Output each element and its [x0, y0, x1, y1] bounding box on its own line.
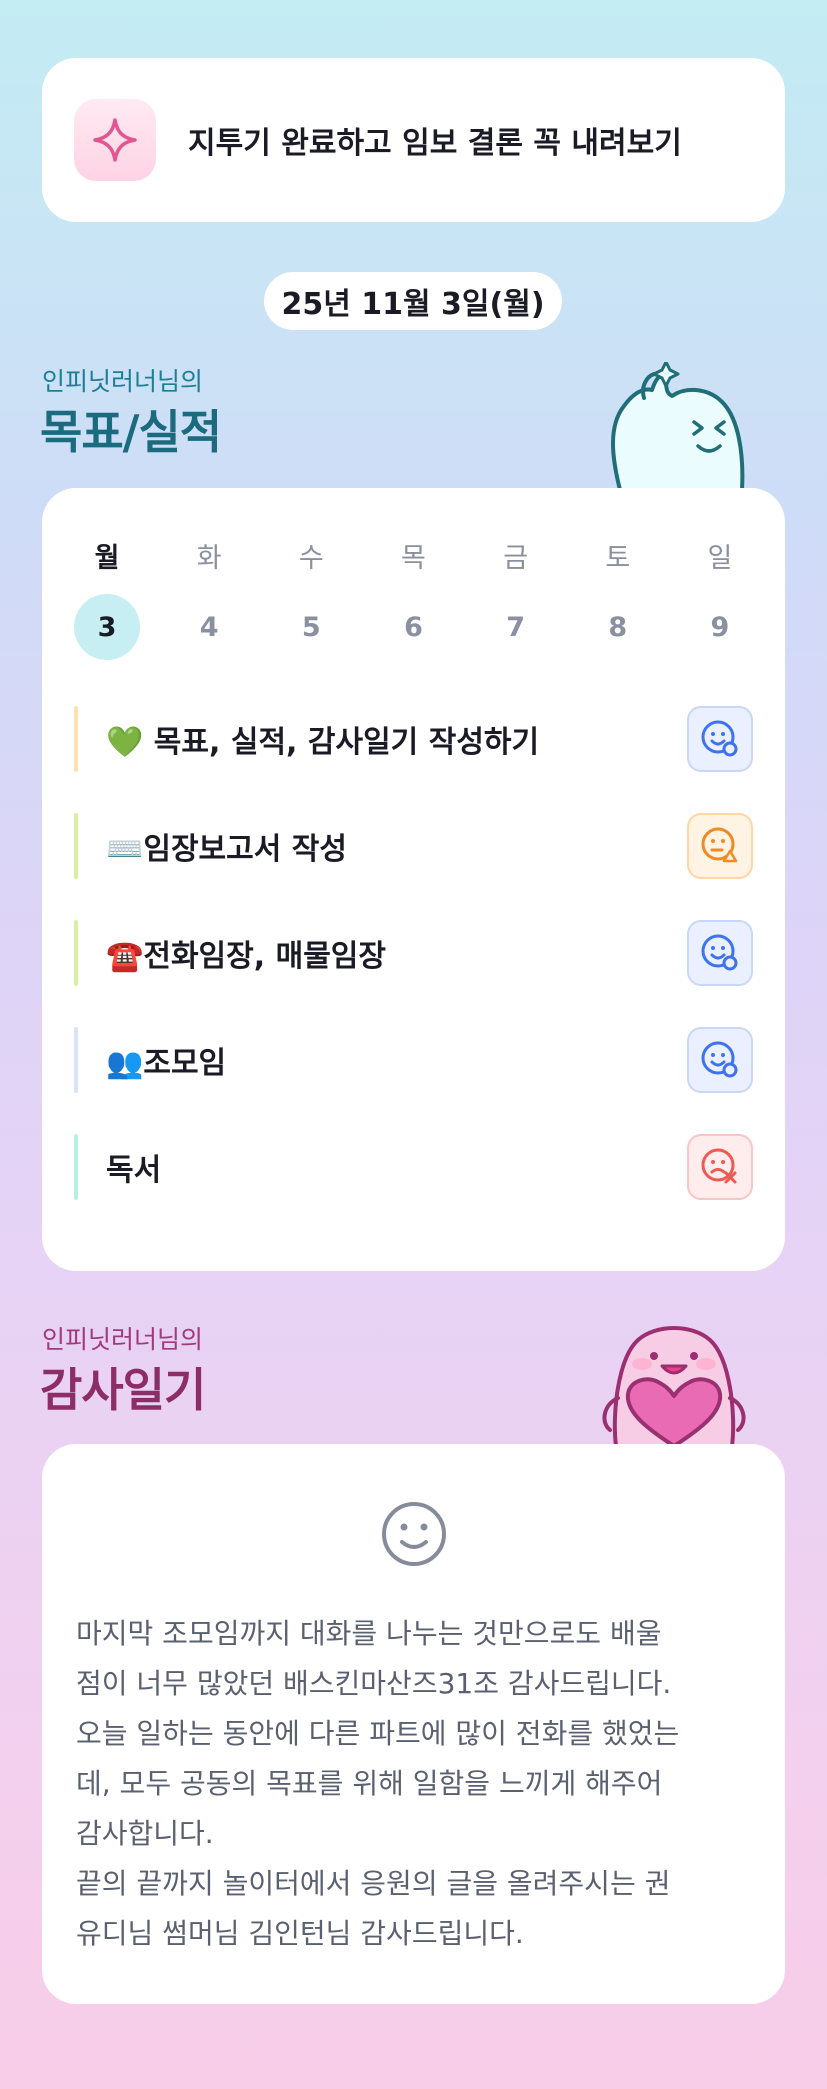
day-name-fri: 금: [503, 543, 529, 574]
pink-mascot-icon: [602, 1326, 746, 1446]
ghost-mascot-icon: [611, 362, 745, 490]
goal-bar: [74, 813, 78, 879]
goal-bar: [74, 920, 78, 986]
diary-title: 감사일기: [40, 1363, 206, 1417]
smile-done-icon[interactable]: [687, 920, 753, 986]
goal-banner[interactable]: 지투기 완료하고 임보 결론 꼭 내려보기: [42, 58, 785, 222]
goal-item[interactable]: ⌨️임장보고서 작성: [74, 813, 753, 879]
sparkle-icon: [74, 99, 156, 181]
diary-owner: 인피닛러너님의: [42, 1325, 204, 1354]
goal-bar: [74, 1027, 78, 1093]
day-6[interactable]: 6: [380, 594, 446, 660]
banner-text: 지투기 완료하고 임보 결론 꼭 내려보기: [188, 126, 682, 161]
day-name-sat: 토: [605, 543, 631, 574]
date-selector[interactable]: 25년 11월 3일(월): [264, 272, 562, 330]
smile-icon: [382, 1502, 446, 1566]
goal-item[interactable]: ☎️전화임장, 매물임장: [74, 920, 753, 986]
goal-item[interactable]: 💚 목표, 실적, 감사일기 작성하기: [74, 706, 753, 772]
day-name-thu: 목: [401, 543, 426, 574]
goal-label: 독서: [106, 1153, 162, 1188]
goals-owner: 인피닛러너님의: [42, 367, 204, 396]
day-5[interactable]: 5: [278, 594, 344, 660]
goal-bar: [74, 706, 78, 772]
day-9[interactable]: 9: [687, 594, 753, 660]
day-name-tue: 화: [196, 543, 222, 574]
day-name-wed: 수: [298, 543, 324, 574]
goal-label: ⌨️임장보고서 작성: [106, 832, 347, 867]
diary-text: 마지막 조모임까지 대화를 나누는 것만으로도 배울 점이 너무 많았던 배스킨…: [76, 1617, 680, 1950]
smile-done-icon[interactable]: [687, 1027, 753, 1093]
goal-item[interactable]: 👥조모임: [74, 1027, 753, 1093]
day-name-mon: 월: [94, 543, 120, 574]
day-8[interactable]: 8: [585, 594, 651, 660]
goals-title: 목표/실적: [40, 405, 222, 459]
goal-label: 💚 목표, 실적, 감사일기 작성하기: [106, 725, 540, 760]
day-name-sun: 일: [707, 543, 733, 574]
fail-face-icon[interactable]: [687, 1134, 753, 1200]
goal-label: ☎️전화임장, 매물임장: [106, 939, 386, 974]
goal-item[interactable]: 독서: [74, 1134, 753, 1200]
week-day-numbers: 3 4 5 6 7 8 9: [74, 594, 753, 660]
smile-done-icon[interactable]: [687, 706, 753, 772]
warning-face-icon[interactable]: [687, 813, 753, 879]
diary-card: 마지막 조모임까지 대화를 나누는 것만으로도 배울 점이 너무 많았던 배스킨…: [42, 1444, 785, 2004]
goal-label: 👥조모임: [106, 1046, 227, 1081]
day-7[interactable]: 7: [483, 594, 549, 660]
day-3[interactable]: 3: [74, 594, 140, 660]
week-day-names: 월 화 수 목 금 토 일: [74, 536, 753, 575]
goals-card: 월 화 수 목 금 토 일 3 4 5 6 7 8 9 💚 목표, 실적, 감사…: [42, 488, 785, 1271]
day-4[interactable]: 4: [176, 594, 242, 660]
goal-bar: [74, 1134, 78, 1200]
